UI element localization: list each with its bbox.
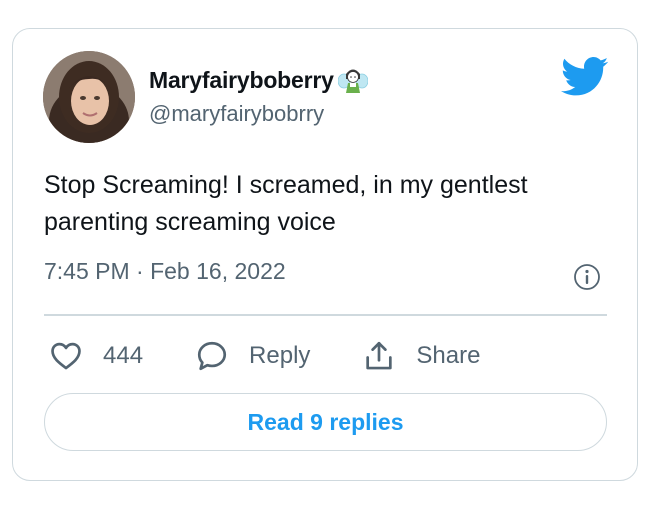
speech-bubble-icon <box>197 341 227 371</box>
read-replies-button[interactable]: Read 9 replies <box>44 393 607 451</box>
author-name-row[interactable]: Maryfairyboberry <box>149 65 368 95</box>
avatar[interactable] <box>43 51 135 143</box>
share-upload-icon <box>366 341 393 370</box>
like-count: 444 <box>103 342 144 369</box>
like-button[interactable]: 444 <box>49 339 143 373</box>
avatar-image <box>43 51 135 143</box>
share-button[interactable]: Share <box>362 339 480 373</box>
author-handle[interactable]: @maryfairybobrry <box>149 101 324 127</box>
read-replies-label: Read 9 replies <box>247 408 404 435</box>
tweet-timestamp[interactable]: 7:45 PM · Feb 16, 2022 <box>44 258 286 285</box>
reply-button[interactable]: Reply <box>195 339 310 373</box>
fairy-emoji-icon <box>337 69 368 93</box>
share-label: Share <box>416 342 481 369</box>
heart-icon <box>51 342 81 370</box>
action-bar: 444 Reply Share <box>49 337 532 375</box>
divider <box>44 314 607 316</box>
tweet-card[interactable]: Maryfairyboberry @maryfairybobrry Stop S… <box>12 28 638 481</box>
info-icon[interactable] <box>573 263 601 291</box>
display-name[interactable]: Maryfairyboberry <box>149 67 334 94</box>
twitter-bird-icon[interactable] <box>561 57 609 97</box>
reply-label: Reply <box>249 342 311 369</box>
tweet-text: Stop Screaming! I screamed, in my gentle… <box>44 171 528 236</box>
